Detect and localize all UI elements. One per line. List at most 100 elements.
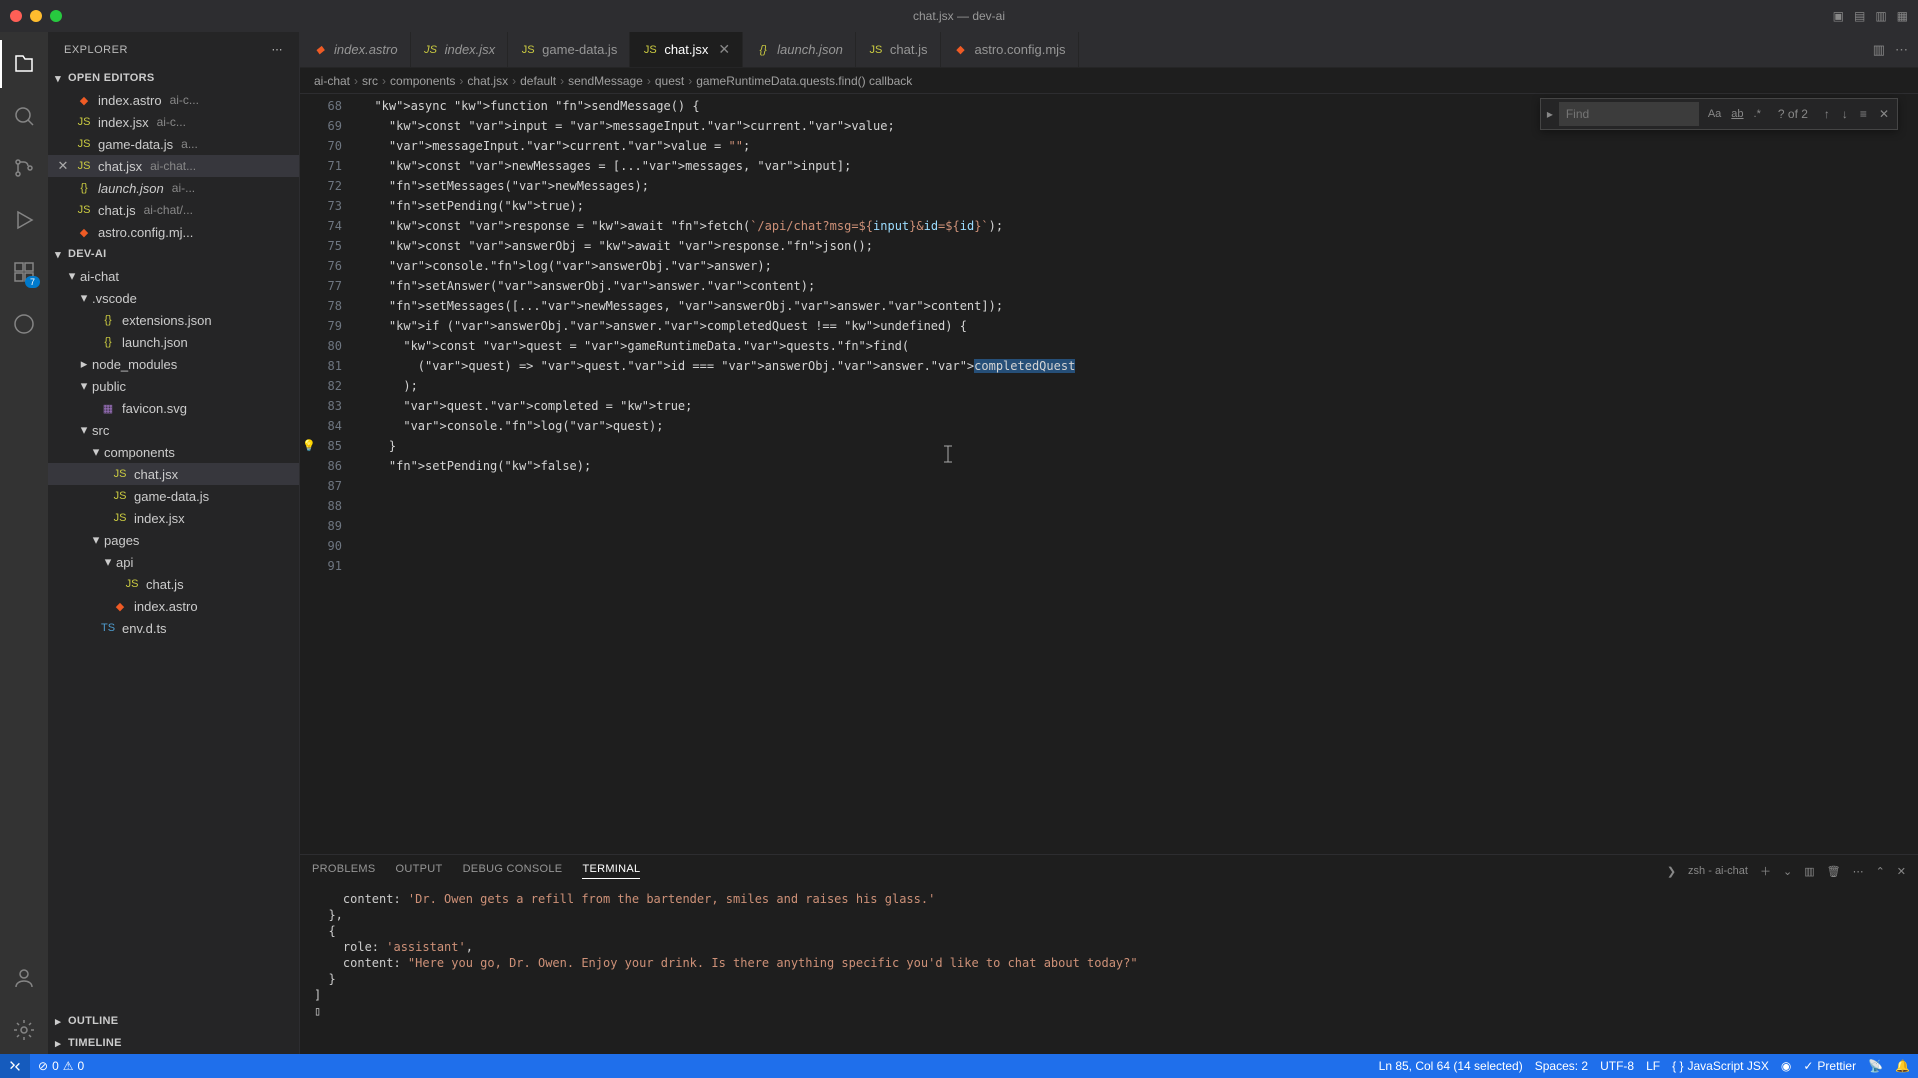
folder-item[interactable]: ▾api <box>48 551 299 573</box>
explorer-view-icon[interactable] <box>0 40 48 88</box>
code-line[interactable]: "fn">setPending("kw">true); <box>360 196 1918 216</box>
editor-tab[interactable]: JSchat.js <box>856 32 941 67</box>
new-terminal-icon[interactable]: ＋ <box>1760 863 1771 879</box>
open-editor-item[interactable]: {}launch.jsonai-... <box>48 177 299 199</box>
eol-status[interactable]: LF <box>1646 1059 1660 1073</box>
panel-tab[interactable]: TERMINAL <box>582 863 640 879</box>
code-line[interactable]: "fn">setMessages([..."var">newMessages, … <box>360 296 1918 316</box>
terminal-dropdown-icon[interactable]: ⌄ <box>1783 865 1792 878</box>
code-line[interactable]: "kw">const "var">response = "kw">await "… <box>360 216 1918 236</box>
file-item[interactable]: JSindex.jsx <box>48 507 299 529</box>
line-number[interactable]: 74 <box>300 216 342 236</box>
code-line[interactable]: "fn">setPending("kw">false); <box>360 456 1918 476</box>
line-number[interactable]: 77 <box>300 276 342 296</box>
line-number[interactable]: 84 <box>300 416 342 436</box>
open-editor-item[interactable]: JSchat.jsai-chat/... <box>48 199 299 221</box>
code-line[interactable]: "kw">if ("var">answerObj."var">answer."v… <box>360 316 1918 336</box>
sidebar-more-icon[interactable]: ⋯ <box>272 43 284 56</box>
errors-status[interactable]: ⊘ 0 ⚠ 0 <box>38 1059 84 1073</box>
open-editor-item[interactable]: JSgame-data.jsa... <box>48 133 299 155</box>
terminal-label[interactable]: zsh - ai-chat <box>1688 865 1748 877</box>
panel-toggle-icon[interactable]: ▣ <box>1833 9 1844 23</box>
editor-tab[interactable]: JSindex.jsx <box>411 32 509 67</box>
folder-item[interactable]: ▾public <box>48 375 299 397</box>
code-line[interactable]: "fn">setAnswer("var">answerObj."var">ans… <box>360 276 1918 296</box>
more-actions-icon[interactable]: ⋯ <box>1895 42 1908 58</box>
file-item[interactable]: JSchat.jsx <box>48 463 299 485</box>
file-item[interactable]: ▦favicon.svg <box>48 397 299 419</box>
folder-item[interactable]: ▾ai-chat <box>48 265 299 287</box>
search-view-icon[interactable] <box>0 92 48 140</box>
panel-toggle-icon[interactable]: ▤ <box>1854 9 1865 23</box>
breadcrumb-item[interactable]: components <box>390 74 455 88</box>
source-control-view-icon[interactable] <box>0 144 48 192</box>
project-section[interactable]: ▾ DEV-AI <box>48 243 299 265</box>
breadcrumb-item[interactable]: gameRuntimeData.quests.find() callback <box>696 74 912 88</box>
breadcrumb-item[interactable]: src <box>362 74 378 88</box>
outline-section[interactable]: ▸ OUTLINE <box>48 1010 299 1032</box>
file-item[interactable]: TSenv.d.ts <box>48 617 299 639</box>
folder-item[interactable]: ▾components <box>48 441 299 463</box>
match-word-icon[interactable]: ab <box>1728 106 1746 122</box>
editor-tab[interactable]: JSgame-data.js <box>508 32 630 67</box>
maximize-window[interactable] <box>50 10 62 22</box>
breadcrumb-item[interactable]: chat.jsx <box>467 74 508 88</box>
settings-gear-icon[interactable] <box>0 1006 48 1054</box>
breadcrumb-item[interactable]: sendMessage <box>568 74 643 88</box>
file-item[interactable]: ◆index.astro <box>48 595 299 617</box>
open-editor-item[interactable]: ◆index.astroai-c... <box>48 89 299 111</box>
panel-tab[interactable]: OUTPUT <box>396 863 443 879</box>
find-next-icon[interactable]: ↓ <box>1838 105 1852 123</box>
find-input[interactable] <box>1559 102 1699 126</box>
line-number[interactable]: 88 <box>300 496 342 516</box>
folder-item[interactable]: ▸node_modules <box>48 353 299 375</box>
code-line[interactable]: ); <box>360 376 1918 396</box>
line-number[interactable]: 89 <box>300 516 342 536</box>
open-editor-item[interactable]: JSindex.jsxai-c... <box>48 111 299 133</box>
language-mode[interactable]: { } JavaScript JSX <box>1672 1059 1769 1073</box>
editor-tab[interactable]: {}launch.json <box>743 32 856 67</box>
panel-toggle-icon[interactable]: ▥ <box>1875 9 1886 23</box>
minimize-window[interactable] <box>30 10 42 22</box>
line-number[interactable]: 72 <box>300 176 342 196</box>
panel-tab[interactable]: DEBUG CONSOLE <box>463 863 563 879</box>
find-prev-icon[interactable]: ↑ <box>1820 105 1834 123</box>
close-find-icon[interactable]: ✕ <box>1875 105 1893 123</box>
indentation-status[interactable]: Spaces: 2 <box>1535 1059 1588 1073</box>
line-number[interactable]: 71 <box>300 156 342 176</box>
line-number[interactable]: 80 <box>300 336 342 356</box>
code-editor[interactable]: 6869707172737475767778798081828384💡85868… <box>300 94 1918 854</box>
match-case-icon[interactable]: Aa <box>1705 106 1724 122</box>
line-number[interactable]: 75 <box>300 236 342 256</box>
line-number[interactable]: 69 <box>300 116 342 136</box>
line-number[interactable]: 78 <box>300 296 342 316</box>
code-line[interactable]: "var">console."fn">log("var">answerObj."… <box>360 256 1918 276</box>
code-line[interactable]: "var">messageInput."var">current."var">v… <box>360 136 1918 156</box>
file-item[interactable]: JSchat.js <box>48 573 299 595</box>
open-editor-item[interactable]: ✕JSchat.jsxai-chat... <box>48 155 299 177</box>
run-debug-view-icon[interactable] <box>0 196 48 244</box>
split-terminal-icon[interactable]: ▥ <box>1804 865 1814 878</box>
remote-indicator[interactable] <box>0 1054 30 1078</box>
open-editors-section[interactable]: ▾ OPEN EDITORS <box>48 67 299 89</box>
timeline-section[interactable]: ▸ TIMELINE <box>48 1032 299 1054</box>
code-line[interactable]: "var">console."fn">log("var">quest); <box>360 416 1918 436</box>
line-number[interactable]: 82 <box>300 376 342 396</box>
expand-find-icon[interactable]: ▸ <box>1541 107 1559 121</box>
code-line[interactable]: "kw">const "var">quest = "var">gameRunti… <box>360 336 1918 356</box>
notifications-icon[interactable]: 🔔 <box>1895 1059 1910 1073</box>
extra-view-icon[interactable] <box>0 300 48 348</box>
line-number[interactable]: 90 <box>300 536 342 556</box>
terminal-output[interactable]: content: 'Dr. Owen gets a refill from th… <box>300 887 1918 1054</box>
split-editor-icon[interactable]: ▥ <box>1873 42 1885 58</box>
line-number[interactable]: 76 <box>300 256 342 276</box>
editor-tab[interactable]: ◆astro.config.mjs <box>941 32 1079 67</box>
panel-more-icon[interactable]: ⋯ <box>1853 865 1864 878</box>
line-number[interactable]: 68 <box>300 96 342 116</box>
panel-toggle-icon[interactable]: ▦ <box>1897 9 1908 23</box>
encoding-status[interactable]: UTF-8 <box>1600 1059 1634 1073</box>
extensions-view-icon[interactable]: 7 <box>0 248 48 296</box>
code-line[interactable]: "var">quest."var">completed = "kw">true; <box>360 396 1918 416</box>
breadcrumb-item[interactable]: quest <box>655 74 684 88</box>
code-line[interactable]: "kw">const "var">newMessages = [..."var"… <box>360 156 1918 176</box>
